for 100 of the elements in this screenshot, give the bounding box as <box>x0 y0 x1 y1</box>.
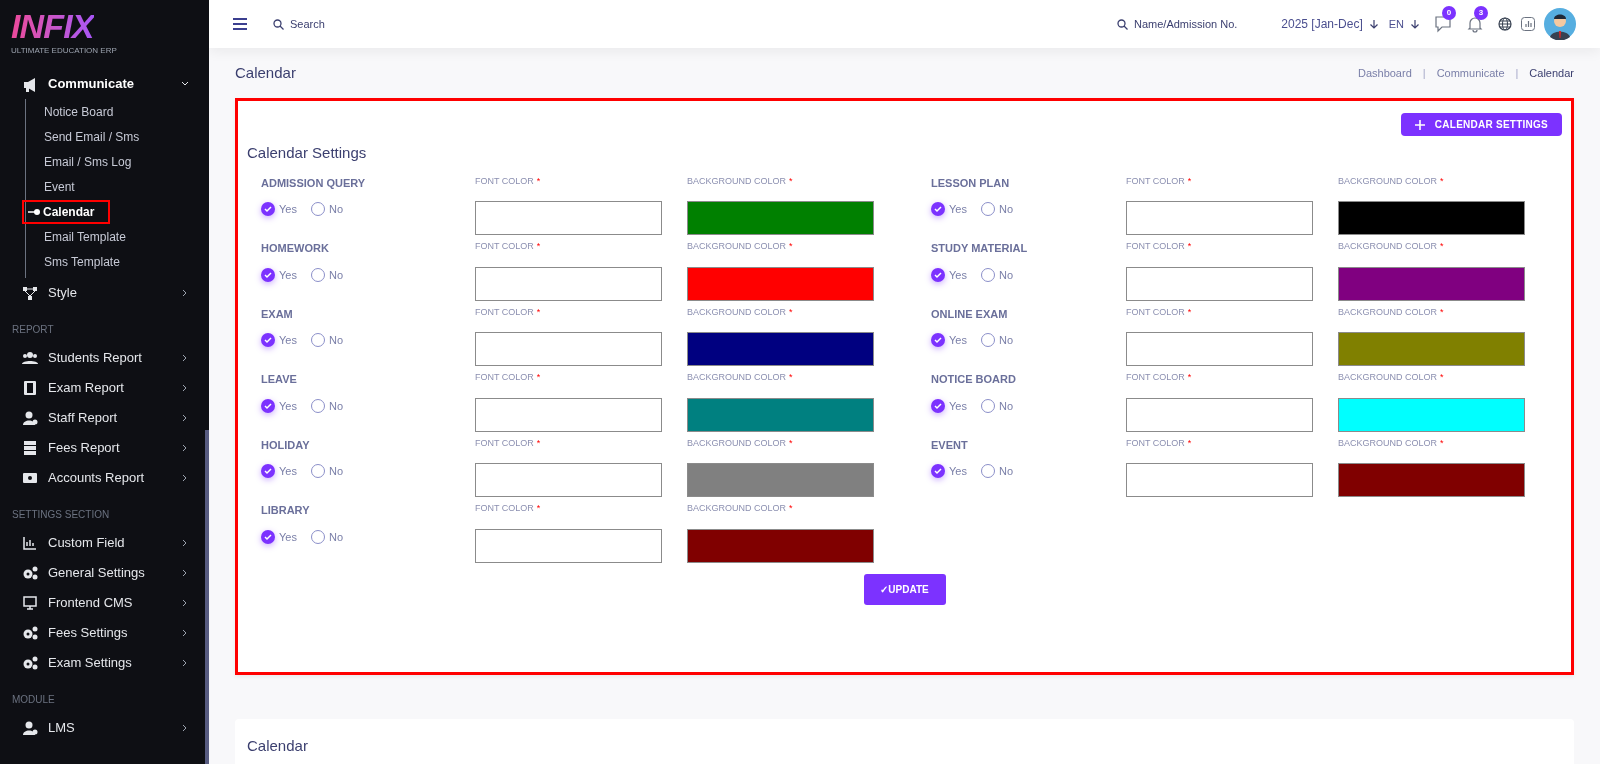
submenu-item[interactable]: Send Email / Sms <box>25 124 154 149</box>
check-icon <box>264 336 272 345</box>
required-mark: * <box>1187 240 1192 253</box>
radio-option[interactable]: Yes <box>931 463 967 480</box>
plus-icon <box>1414 119 1425 130</box>
update-button[interactable]: ✓UPDATE <box>863 573 946 605</box>
menu-item[interactable]: Fees Report <box>0 433 209 463</box>
radio-option[interactable]: No <box>980 463 1013 480</box>
menu-item[interactable]: Accounts Report <box>0 463 209 493</box>
font-color-field[interactable] <box>1126 397 1313 432</box>
globe-icon <box>1498 17 1512 31</box>
breadcrumb-separator: | <box>1422 65 1426 81</box>
menu-item[interactable]: Fees Settings <box>0 618 209 648</box>
required-mark: * <box>536 502 541 515</box>
radio-option[interactable]: No <box>980 266 1013 283</box>
field-label: FONT COLOR <box>475 371 534 384</box>
background-color-field[interactable] <box>687 201 874 235</box>
search-button[interactable]: Search <box>273 15 325 33</box>
session-dropdown[interactable]: 2025 [Jan-Dec] <box>1281 15 1379 33</box>
radio-option[interactable]: No <box>310 201 343 218</box>
radio-option[interactable]: Yes <box>261 397 297 414</box>
breadcrumb-link[interactable]: Calendar <box>1529 64 1574 82</box>
background-color-field[interactable] <box>687 463 874 497</box>
menu-item[interactable]: Frontend CMS <box>0 588 209 618</box>
font-color-field[interactable] <box>1126 266 1313 301</box>
required-mark: * <box>789 240 793 253</box>
field-label: BACKGROUND COLOR <box>1338 240 1437 253</box>
radio-option[interactable]: No <box>310 397 343 414</box>
radio-option[interactable]: Yes <box>931 201 967 218</box>
field-label: FONT COLOR <box>1126 240 1185 253</box>
radio-option[interactable]: Yes <box>931 332 967 349</box>
field-label: BACKGROUND COLOR <box>1338 436 1437 450</box>
background-color-field[interactable] <box>1338 332 1525 366</box>
field-label: LEAVE <box>261 372 297 387</box>
admission-search-field[interactable]: Name/Admission No. <box>1117 15 1238 33</box>
font-color-field[interactable] <box>1126 463 1313 497</box>
menu-item[interactable]: Students Report <box>0 343 209 373</box>
radio-option[interactable]: Yes <box>261 528 297 545</box>
background-color-field[interactable] <box>1338 397 1525 432</box>
radio-option[interactable]: Yes <box>931 397 967 414</box>
required-mark: * <box>789 502 793 515</box>
submenu-item[interactable]: Notice Board <box>25 99 128 124</box>
radio-option[interactable]: Yes <box>261 463 297 480</box>
submenu-item[interactable]: Event <box>25 174 89 199</box>
submenu-item[interactable]: Calendar <box>22 199 111 224</box>
radio-option[interactable]: Yes <box>261 201 297 218</box>
radio-option[interactable]: No <box>980 201 1013 218</box>
user-icon <box>22 720 38 736</box>
notifications-icon[interactable] <box>1466 15 1484 33</box>
check-icon <box>264 532 272 541</box>
font-color-field[interactable] <box>475 463 662 497</box>
radio-option[interactable]: Yes <box>931 266 967 283</box>
menu-item[interactable]: LMS <box>0 713 209 743</box>
section-title: Calendar <box>247 736 308 756</box>
radio-option[interactable]: No <box>980 332 1013 349</box>
font-color-field[interactable] <box>475 528 662 563</box>
background-color-field[interactable] <box>1338 463 1525 497</box>
menu-item[interactable]: Communicate <box>0 69 209 99</box>
radio-option[interactable]: No <box>310 463 343 480</box>
check-icon <box>264 205 272 214</box>
menu-item[interactable]: Style <box>0 278 209 308</box>
submenu-item[interactable]: Email Template <box>25 224 140 249</box>
font-color-field[interactable] <box>475 332 662 366</box>
menu-item[interactable]: General Settings <box>0 558 209 588</box>
menu-item[interactable]: Exam Report <box>0 373 209 403</box>
language-dropdown[interactable]: EN <box>1388 15 1420 33</box>
breadcrumb-link[interactable]: Communicate <box>1436 64 1505 82</box>
font-color-field[interactable] <box>1126 332 1313 366</box>
background-color-field[interactable] <box>687 332 874 366</box>
font-color-field[interactable] <box>475 397 662 432</box>
radio-option[interactable]: No <box>310 332 343 349</box>
background-color-field[interactable] <box>1338 201 1525 235</box>
messages-icon[interactable] <box>1434 15 1452 33</box>
font-color-field[interactable] <box>1126 201 1313 235</box>
arrow-down-icon <box>1368 19 1379 29</box>
radio-option[interactable]: No <box>310 266 343 283</box>
font-color-field[interactable] <box>475 201 662 235</box>
submenu-item[interactable]: Email / Sms Log <box>25 149 146 174</box>
megaphone-icon <box>22 76 38 92</box>
font-color-field[interactable] <box>475 266 662 301</box>
check-icon <box>934 270 942 279</box>
radio-option[interactable]: Yes <box>261 266 297 283</box>
submenu-item[interactable]: Sms Template <box>25 249 134 274</box>
required-mark: * <box>1440 174 1444 188</box>
check-icon <box>264 401 272 410</box>
nodes-icon <box>22 285 38 301</box>
avatar-icon <box>1544 8 1576 40</box>
calendar-settings-button[interactable]: CALENDAR SETTINGS <box>1400 113 1562 136</box>
radio-option[interactable]: Yes <box>261 332 297 349</box>
menu-item[interactable]: Custom Field <box>0 528 209 558</box>
menu-item[interactable]: Staff Report <box>0 403 209 433</box>
background-color-field[interactable] <box>1338 266 1525 301</box>
radio-option[interactable]: No <box>980 397 1013 414</box>
background-color-field[interactable] <box>687 397 874 432</box>
menu-item[interactable]: Exam Settings <box>0 648 209 678</box>
background-color-field[interactable] <box>687 528 874 563</box>
breadcrumb-link[interactable]: Dashboard <box>1357 64 1412 82</box>
radio-option[interactable]: No <box>310 528 343 545</box>
field-label: BACKGROUND COLOR <box>687 174 786 188</box>
background-color-field[interactable] <box>687 266 874 301</box>
